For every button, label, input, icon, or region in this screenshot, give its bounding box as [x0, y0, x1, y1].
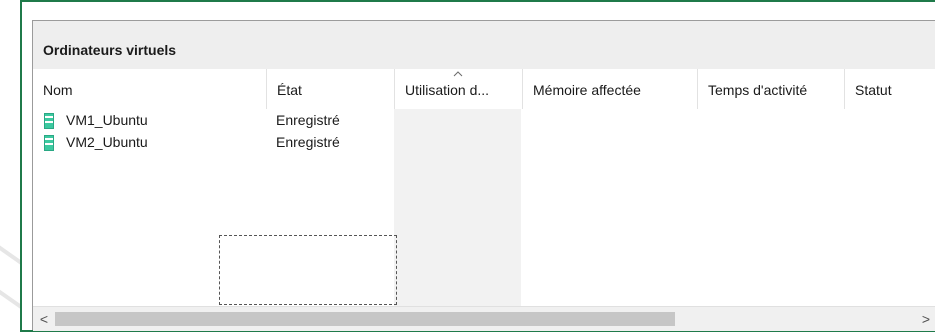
column-header-row: Nom État Utilisation d... Mémoire affect… — [33, 69, 935, 109]
drag-selection-rectangle — [219, 235, 397, 305]
panel-title: Ordinateurs virtuels — [43, 42, 177, 58]
virtual-machines-panel: Ordinateurs virtuels Nom État Utilisatio… — [32, 20, 935, 331]
vm-row[interactable]: VM1_Ubuntu Enregistré — [33, 110, 935, 132]
column-header-name[interactable]: Nom — [33, 69, 266, 109]
vm-icon — [44, 113, 54, 129]
column-header-usage-label: Utilisation d... — [405, 82, 490, 98]
vm-state: Enregistré — [276, 134, 340, 150]
column-header-assigned-memory-label: Mémoire affectée — [533, 82, 641, 98]
column-header-state-label: État — [277, 82, 302, 98]
column-header-usage[interactable]: Utilisation d... — [395, 69, 522, 109]
column-header-assigned-memory[interactable]: Mémoire affectée — [523, 69, 697, 109]
chevron-up-icon — [453, 71, 463, 77]
column-header-status[interactable]: Statut — [845, 69, 935, 109]
horizontal-scrollbar[interactable]: < > — [33, 306, 935, 331]
vm-state: Enregistré — [276, 112, 340, 128]
column-header-uptime-label: Temps d'activité — [708, 82, 808, 98]
vm-name: VM2_Ubuntu — [66, 134, 148, 150]
scroll-right-arrow-icon[interactable]: > — [917, 309, 935, 329]
vm-list[interactable]: VM1_Ubuntu Enregistré VM2_Ubuntu Enregis… — [33, 109, 935, 306]
scrollbar-thumb[interactable] — [55, 312, 675, 326]
column-header-name-label: Nom — [43, 82, 73, 98]
scroll-left-arrow-icon[interactable]: < — [35, 309, 53, 329]
window-frame: Ordinateurs virtuels Nom État Utilisatio… — [20, 0, 935, 332]
panel-header: Ordinateurs virtuels — [33, 21, 935, 70]
column-header-state[interactable]: État — [267, 69, 394, 109]
column-header-uptime[interactable]: Temps d'activité — [698, 69, 844, 109]
vm-row[interactable]: VM2_Ubuntu Enregistré — [33, 132, 935, 154]
vm-name: VM1_Ubuntu — [66, 112, 148, 128]
column-header-status-label: Statut — [855, 82, 892, 98]
vm-icon — [44, 135, 54, 151]
